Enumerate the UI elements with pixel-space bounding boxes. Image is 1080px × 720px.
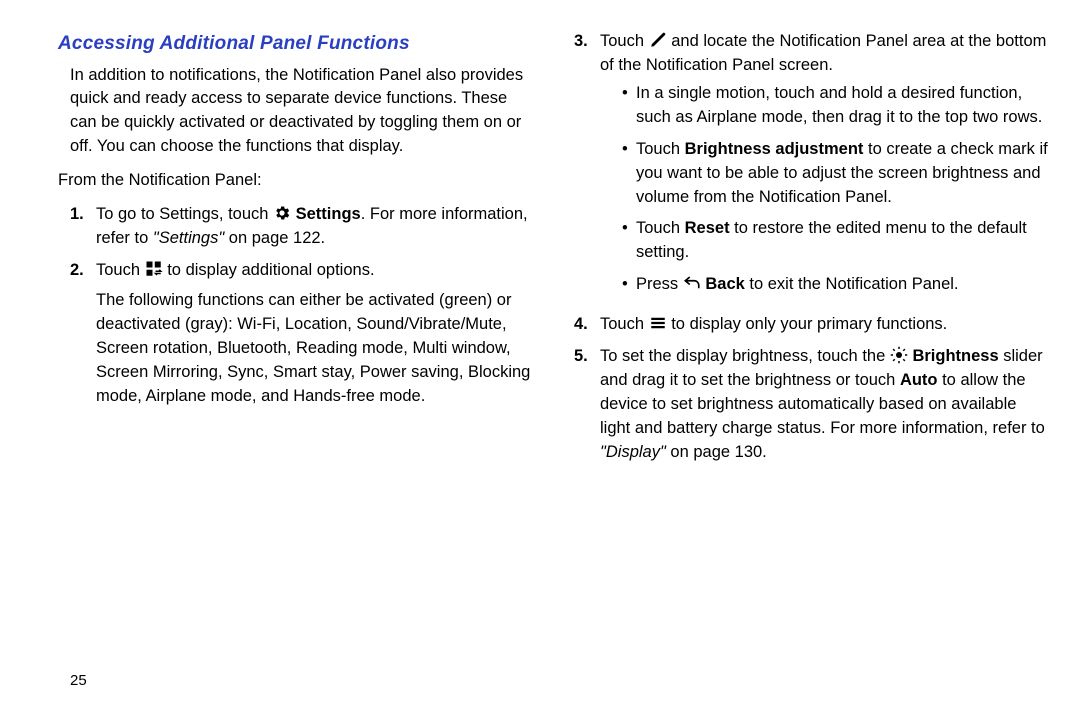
auto-label: Auto — [900, 371, 938, 389]
text: To go to Settings, touch — [96, 205, 273, 223]
step-body: To go to Settings, touch Settings. For m… — [96, 203, 534, 251]
text: Press — [636, 275, 683, 293]
step-3-bullets: In a single motion, touch and hold a des… — [622, 82, 1050, 297]
step-body: To set the display brightness, touch the… — [600, 345, 1050, 465]
text: to display only your primary functions. — [671, 315, 947, 333]
step-number: 2. — [70, 259, 96, 409]
pencil-icon — [649, 31, 667, 49]
menu-lines-icon — [649, 314, 667, 332]
step-number: 5. — [574, 345, 600, 465]
step-number: 1. — [70, 203, 96, 251]
right-column: 3. Touch and locate the Notification Pan… — [574, 30, 1050, 720]
section-heading: Accessing Additional Panel Functions — [58, 30, 534, 58]
step-2-detail: The following functions can either be ac… — [96, 291, 530, 405]
step-2: 2. Touch to display additional options. … — [70, 259, 534, 409]
reset-label: Reset — [685, 219, 730, 237]
text: Touch — [636, 140, 685, 158]
gear-icon — [273, 204, 291, 222]
bullet-item: In a single motion, touch and hold a des… — [622, 82, 1050, 130]
step-5: 5. To set the display brightness, touch … — [574, 345, 1050, 465]
step-number: 3. — [574, 30, 600, 305]
settings-label: Settings — [296, 205, 361, 223]
steps-list-left: 1. To go to Settings, touch Settings. Fo… — [70, 203, 534, 408]
brightness-icon — [890, 346, 908, 364]
grid-swap-icon — [145, 260, 163, 278]
text: on page 130. — [666, 443, 767, 461]
lead-line: From the Notification Panel: — [58, 169, 534, 193]
bullet-item: Touch Reset to restore the edited menu t… — [622, 217, 1050, 265]
step-body: Touch to display only your primary funct… — [600, 313, 1050, 337]
back-label: Back — [705, 275, 744, 293]
bullet-item: Press Back to exit the Notification Pane… — [622, 273, 1050, 297]
text: Touch — [96, 261, 145, 279]
text: Touch — [600, 32, 649, 50]
settings-ref: "Settings" — [153, 229, 224, 247]
step-4: 4. Touch to display only your primary fu… — [574, 313, 1050, 337]
steps-list-right: 3. Touch and locate the Notification Pan… — [574, 30, 1050, 465]
step-number: 4. — [574, 313, 600, 337]
text: To set the display brightness, touch the — [600, 347, 890, 365]
step-body: Touch to display additional options. The… — [96, 259, 534, 409]
step-3: 3. Touch and locate the Notification Pan… — [574, 30, 1050, 305]
brightness-adjustment-label: Brightness adjustment — [685, 140, 864, 158]
text: Touch — [636, 219, 685, 237]
step-body: Touch and locate the Notification Panel … — [600, 30, 1050, 305]
back-icon — [683, 274, 701, 292]
step-1: 1. To go to Settings, touch Settings. Fo… — [70, 203, 534, 251]
text: to exit the Notification Panel. — [745, 275, 959, 293]
text: and locate the Notification Panel area a… — [600, 32, 1046, 74]
left-column: Accessing Additional Panel Functions In … — [58, 30, 534, 720]
intro-paragraph: In addition to notifications, the Notifi… — [70, 64, 534, 160]
document-page: Accessing Additional Panel Functions In … — [0, 0, 1080, 720]
text: on page 122. — [224, 229, 325, 247]
bullet-item: Touch Brightness adjustment to create a … — [622, 138, 1050, 210]
text: to display additional options. — [167, 261, 374, 279]
display-ref: "Display" — [600, 443, 666, 461]
page-number: 25 — [70, 670, 87, 692]
brightness-label: Brightness — [912, 347, 998, 365]
text: Touch — [600, 315, 649, 333]
